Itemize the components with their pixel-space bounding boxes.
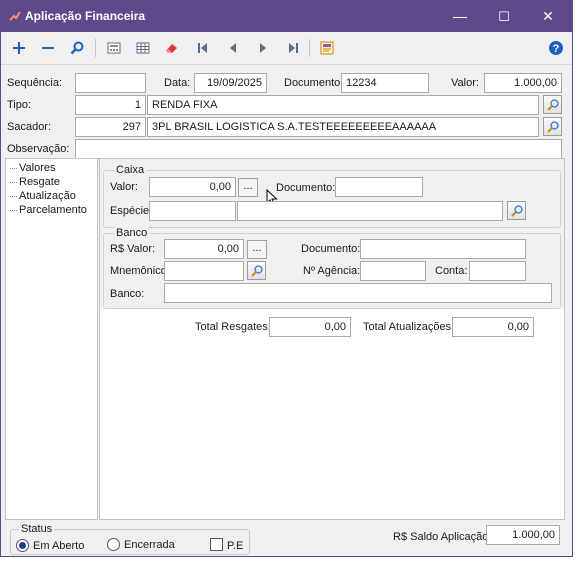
em-aberto-radio[interactable] [16, 539, 29, 552]
agencia-label: Nº Agência: [303, 265, 361, 277]
banco-valor-field[interactable]: 0,00 [164, 239, 244, 259]
sequencia-field[interactable] [75, 73, 146, 93]
caixa-documento-label: Documento: [276, 182, 336, 194]
caixa-valor-label: Valor: [110, 181, 138, 193]
mnemonico-label: Mnemônico: [110, 265, 170, 277]
data-field[interactable]: 19/09/2025 [194, 73, 267, 93]
first-record-icon[interactable] [193, 38, 213, 58]
calculator-icon[interactable] [104, 38, 124, 58]
app-icon [9, 11, 21, 21]
magnifier-icon [546, 98, 559, 111]
tree-item-label: Atualização [19, 190, 76, 202]
help-icon[interactable]: ? [546, 38, 566, 58]
tipo-label: Tipo: [7, 99, 32, 111]
tree-item-parcelamento[interactable]: Parcelamento [10, 204, 87, 217]
saldo-field[interactable]: 1.000,00 [486, 525, 560, 545]
sacador-lookup-button[interactable] [543, 117, 562, 136]
title-bar: Aplicação Financeira — ☐ ✕ [1, 1, 572, 32]
tree-item-atualizacao[interactable]: Atualização [10, 190, 76, 203]
sacador-name-field[interactable]: 3PL BRASIL LOGISTICA S.A.TESTEEEEEEEEEAA… [147, 117, 539, 137]
data-label: Data: [164, 77, 191, 89]
maximize-button[interactable]: ☐ [482, 1, 526, 32]
total-resgates-label: Total Resgates: [195, 321, 271, 333]
conta-field[interactable] [469, 261, 526, 281]
toolbar-separator [95, 39, 96, 57]
banco-title: Banco [114, 226, 150, 240]
tree-item-label: Resgate [19, 176, 60, 188]
eraser-icon[interactable] [161, 38, 181, 58]
grid-icon[interactable] [133, 38, 153, 58]
minimize-button[interactable]: — [438, 1, 482, 32]
caixa-title: Caixa [114, 163, 147, 177]
conta-label: Conta: [435, 265, 468, 277]
mnemonico-field[interactable] [164, 261, 244, 281]
next-record-icon[interactable] [253, 38, 273, 58]
report-icon[interactable] [317, 38, 337, 58]
magnifier-icon [546, 120, 559, 133]
banco-documento-field[interactable] [360, 239, 526, 259]
tipo-name-field[interactable]: RENDA FIXA [147, 95, 539, 115]
tree-item-label: Valores [19, 162, 56, 174]
encerrada-radio[interactable] [107, 538, 120, 551]
total-atualizacoes-field[interactable]: 0,00 [452, 317, 534, 337]
banco-label: Banco: [110, 288, 145, 300]
total-atualizacoes-label: Total Atualizações: [363, 321, 455, 333]
caixa-valor-field[interactable]: 0,00 [149, 177, 236, 197]
sacador-code-field[interactable]: 297 [75, 117, 146, 137]
last-record-icon[interactable] [283, 38, 303, 58]
observacao-label: Observação: [7, 143, 70, 155]
observacao-field[interactable] [75, 139, 562, 159]
caixa-especie-label: Espécie: [110, 205, 153, 217]
caixa-valor-dots-button[interactable]: ... [238, 178, 258, 197]
agencia-field[interactable] [360, 261, 426, 281]
previous-record-icon[interactable] [223, 38, 243, 58]
banco-valor-dots-button[interactable]: ... [247, 240, 267, 259]
valor-field[interactable]: 1.000,00 [484, 73, 562, 93]
add-icon[interactable] [9, 38, 29, 58]
magnifier-icon [250, 264, 263, 277]
saldo-label: R$ Saldo Aplicação: [393, 531, 492, 543]
valor-label: Valor: [451, 77, 479, 89]
remove-icon[interactable] [38, 38, 58, 58]
pe-label: P.E [227, 540, 244, 552]
application-window: Aplicação Financeira — ☐ ✕ ? Sequência: … [0, 0, 573, 557]
caixa-especie-code-field[interactable] [149, 201, 236, 221]
sacador-label: Sacador: [7, 121, 52, 133]
section-tree: Valores Resgate Atualização Parcelamento [5, 158, 98, 520]
pe-checkbox[interactable] [210, 538, 223, 551]
status-title: Status [19, 522, 55, 536]
banco-documento-label: Documento: [301, 243, 361, 255]
especie-lookup-button[interactable] [507, 201, 526, 220]
svg-text:?: ? [553, 43, 560, 55]
tree-item-valores[interactable]: Valores [10, 162, 55, 175]
search-icon[interactable] [67, 38, 87, 58]
caixa-especie-name-field[interactable] [237, 201, 503, 221]
magnifier-icon [510, 204, 523, 217]
caixa-documento-field[interactable] [335, 177, 423, 197]
toolbar-separator [309, 39, 310, 57]
valores-panel: Caixa Valor: 0,00 ... Documento: Espécie… [99, 158, 565, 520]
toolbar: ? [1, 32, 572, 65]
tree-item-resgate[interactable]: Resgate [10, 176, 60, 189]
banco-field[interactable] [164, 283, 552, 303]
sequencia-label: Sequência: [7, 77, 63, 89]
close-button[interactable]: ✕ [526, 1, 570, 32]
em-aberto-label: Em Aberto [33, 540, 85, 552]
banco-valor-label: R$ Valor: [110, 243, 156, 255]
mnemonico-lookup-button[interactable] [247, 261, 266, 280]
documento-label: Documento: [284, 77, 344, 89]
window-title: Aplicação Financeira [25, 9, 146, 23]
encerrada-label: Encerrada [124, 539, 175, 551]
total-resgates-field[interactable]: 0,00 [269, 317, 351, 337]
documento-field[interactable]: 12234 [341, 73, 429, 93]
tipo-lookup-button[interactable] [543, 95, 562, 114]
tree-item-label: Parcelamento [19, 204, 87, 216]
tipo-code-field[interactable]: 1 [75, 95, 146, 115]
